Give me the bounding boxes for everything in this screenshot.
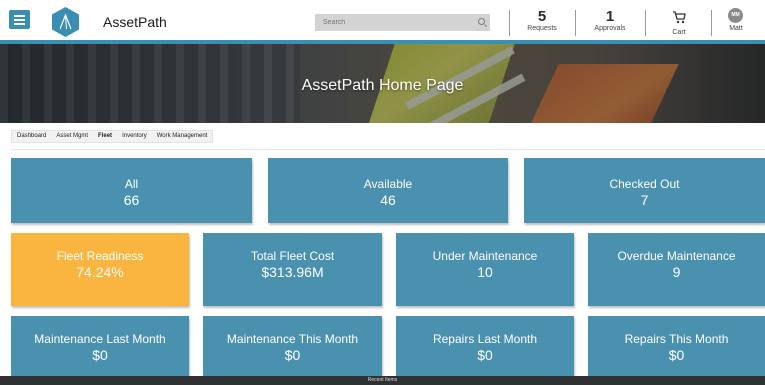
cart-icon bbox=[673, 11, 686, 24]
hamburger-menu-icon[interactable] bbox=[9, 10, 30, 29]
tab-inventory[interactable]: Inventory bbox=[117, 131, 152, 142]
header-divider bbox=[645, 10, 646, 36]
tile-label: Overdue Maintenance bbox=[617, 249, 736, 263]
requests-label: Requests bbox=[527, 25, 557, 32]
header-divider bbox=[575, 10, 576, 36]
tile-label: Maintenance Last Month bbox=[34, 332, 166, 346]
tile-maintenance-last-month[interactable]: Maintenance Last Month $0 bbox=[11, 316, 189, 378]
search-icon[interactable] bbox=[478, 18, 485, 25]
assetpath-logo-icon[interactable] bbox=[52, 7, 79, 37]
tile-label: All bbox=[124, 177, 139, 191]
tile-value: $0 bbox=[92, 347, 108, 363]
tile-value: 66 bbox=[123, 192, 140, 208]
tab-work-management[interactable]: Work Management bbox=[152, 131, 213, 142]
approvals-count: 1 bbox=[605, 8, 615, 25]
tile-label: Fleet Readiness bbox=[56, 249, 144, 263]
tab-fleet[interactable]: Fleet bbox=[93, 131, 117, 142]
tile-label: Under Maintenance bbox=[432, 249, 538, 263]
tile-label: Total Fleet Cost bbox=[250, 249, 335, 263]
approvals-counter[interactable]: 1 Approvals bbox=[589, 8, 631, 33]
cart-button[interactable]: Cart bbox=[664, 11, 694, 36]
tile-under-maintenance[interactable]: Under Maintenance 10 bbox=[396, 233, 574, 306]
tile-checked-out[interactable]: Checked Out 7 bbox=[524, 158, 765, 223]
top-header: AssetPath 5 Requests 1 Approvals Cart MM… bbox=[0, 0, 765, 44]
tile-value: 9 bbox=[672, 264, 681, 280]
tile-label: Maintenance This Month bbox=[226, 332, 359, 346]
tile-maintenance-this-month[interactable]: Maintenance This Month $0 bbox=[203, 316, 382, 378]
hero-banner: AssetPath Home Page bbox=[0, 44, 765, 123]
tile-available[interactable]: Available 46 bbox=[268, 158, 508, 223]
tab-dashboard[interactable]: Dashboard bbox=[12, 131, 51, 142]
tile-value: 46 bbox=[380, 192, 396, 208]
tab-asset-mgmt[interactable]: Asset Mgmt bbox=[51, 131, 93, 142]
app-root: AssetPath 5 Requests 1 Approvals Cart MM… bbox=[0, 0, 765, 385]
tile-overdue-maintenance[interactable]: Overdue Maintenance 9 bbox=[588, 233, 765, 306]
tile-label: Checked Out bbox=[609, 177, 680, 191]
tile-label: Repairs This Month bbox=[624, 332, 729, 346]
requests-counter[interactable]: 5 Requests bbox=[522, 8, 562, 33]
recent-items-bar[interactable]: Recent Items bbox=[0, 376, 765, 385]
cart-label: Cart bbox=[672, 29, 686, 36]
header-divider bbox=[711, 10, 712, 36]
tile-value: $0 bbox=[477, 347, 493, 363]
tile-fleet-readiness[interactable]: Fleet Readiness 74.24% bbox=[11, 233, 189, 306]
tile-all[interactable]: All 66 bbox=[11, 158, 252, 223]
user-name[interactable]: Matt bbox=[722, 25, 750, 32]
tile-value: 74.24% bbox=[76, 264, 124, 280]
tile-value: 10 bbox=[477, 264, 493, 280]
tile-value: $0 bbox=[284, 347, 301, 363]
app-name[interactable]: AssetPath bbox=[103, 14, 167, 30]
tile-value: $313.96M bbox=[261, 264, 324, 280]
tile-repairs-this-month[interactable]: Repairs This Month $0 bbox=[588, 316, 765, 378]
header-divider bbox=[509, 10, 510, 36]
search-input[interactable] bbox=[315, 14, 490, 31]
user-avatar[interactable]: MM bbox=[728, 8, 743, 23]
requests-count: 5 bbox=[537, 8, 547, 25]
tile-label: Repairs Last Month bbox=[432, 332, 538, 346]
tile-value: 7 bbox=[640, 192, 649, 208]
tile-repairs-last-month[interactable]: Repairs Last Month $0 bbox=[396, 316, 574, 378]
approvals-label: Approvals bbox=[594, 25, 626, 32]
banner-title: AssetPath Home Page bbox=[301, 77, 464, 94]
tile-label: Available bbox=[363, 177, 413, 191]
tile-value: $0 bbox=[668, 347, 685, 363]
tabs-divider bbox=[11, 149, 765, 150]
nav-tabs: Dashboard Asset Mgmt Fleet Inventory Wor… bbox=[11, 130, 214, 143]
tile-total-fleet-cost[interactable]: Total Fleet Cost $313.96M bbox=[203, 233, 382, 306]
